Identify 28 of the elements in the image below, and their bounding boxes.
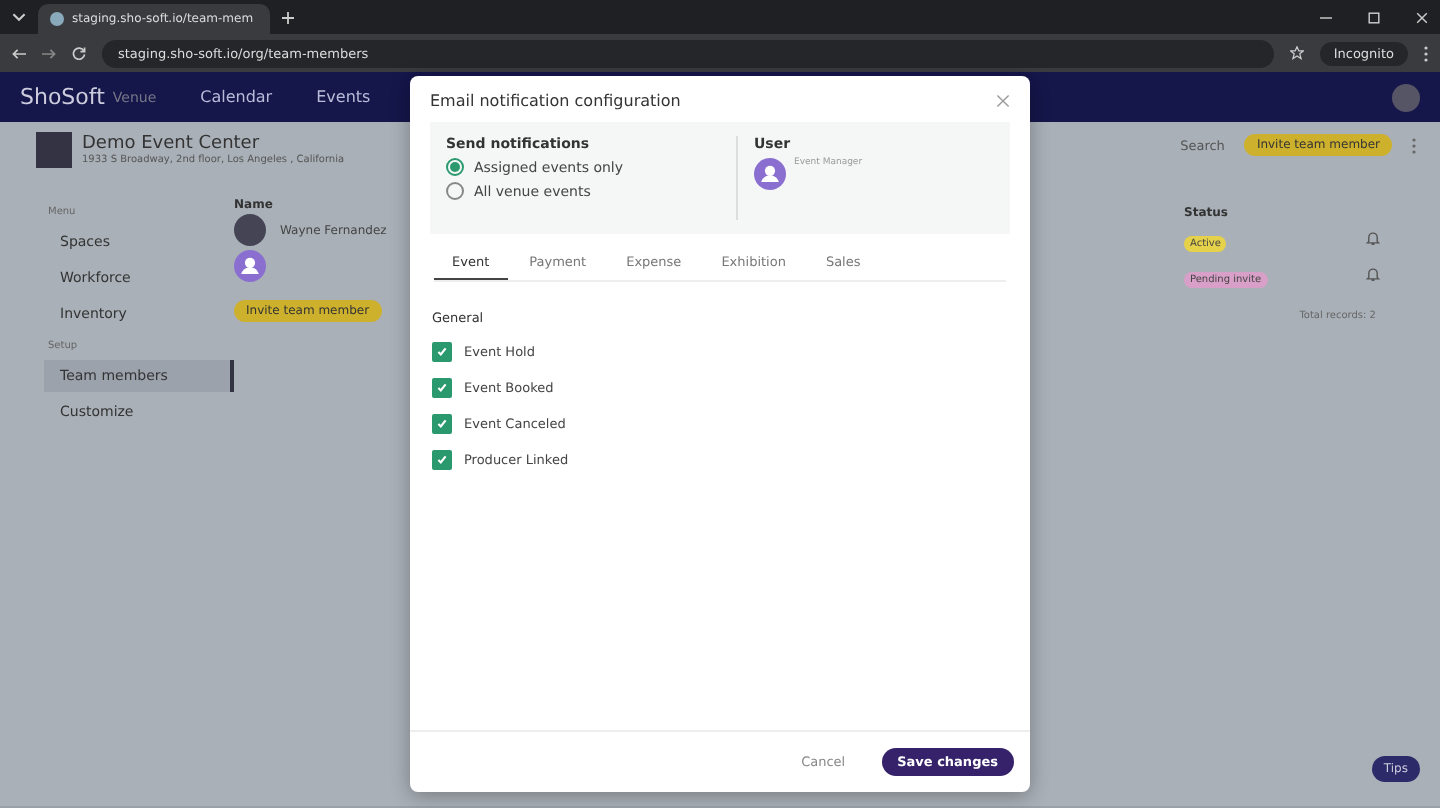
bell-icon[interactable] bbox=[1366, 266, 1380, 282]
checkbox[interactable] bbox=[432, 414, 452, 434]
checkbox[interactable] bbox=[432, 378, 452, 398]
nav-link[interactable]: Events bbox=[316, 88, 371, 106]
close-icon[interactable] bbox=[1416, 11, 1428, 23]
photo-placeholder bbox=[36, 132, 72, 168]
dialog-title: Email notification configuration bbox=[430, 92, 681, 110]
logo-text: ShoSoft bbox=[20, 84, 105, 110]
chevron-down-icon[interactable] bbox=[12, 12, 26, 22]
avatar-circle[interactable] bbox=[1392, 83, 1420, 111]
back-arrow-icon[interactable] bbox=[12, 47, 26, 59]
check-icon bbox=[436, 454, 448, 466]
plus-icon[interactable] bbox=[282, 11, 294, 23]
venue-name: Demo Event Center bbox=[82, 134, 262, 154]
minimize-icon[interactable] bbox=[1320, 11, 1332, 23]
checkbox[interactable] bbox=[432, 342, 452, 362]
person-icon bbox=[754, 158, 786, 190]
check-icon bbox=[436, 382, 448, 394]
check-icon bbox=[436, 418, 448, 430]
nav-link[interactable]: Calendar bbox=[200, 88, 273, 106]
star-icon[interactable] bbox=[1289, 46, 1304, 60]
check-icon bbox=[436, 346, 448, 358]
checkbox[interactable] bbox=[432, 450, 452, 470]
maximize-icon[interactable] bbox=[1368, 11, 1380, 23]
bell-icon[interactable] bbox=[1366, 230, 1380, 246]
favicon-icon bbox=[50, 12, 64, 26]
reload-icon[interactable] bbox=[72, 46, 86, 60]
forward-arrow-icon[interactable] bbox=[42, 47, 56, 59]
